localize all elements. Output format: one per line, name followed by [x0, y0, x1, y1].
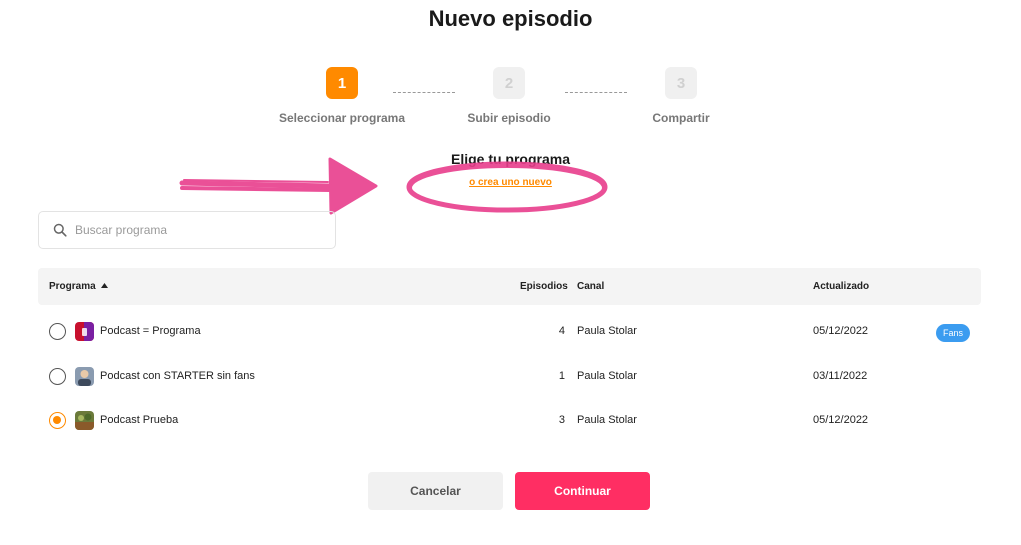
episode-count: 1 [558, 370, 565, 382]
search-icon [53, 223, 67, 237]
column-programa[interactable]: Programa [49, 281, 108, 292]
stepper: 1 Seleccionar programa 2 Subir episodio … [0, 67, 1021, 127]
program-thumbnail [75, 411, 94, 430]
step-3: 3 Compartir [611, 67, 751, 125]
choose-program-title: Elige tu programa [450, 151, 571, 167]
program-name: Podcast Prueba [100, 414, 179, 426]
table-row[interactable]: Podcast = Programa 4 Paula Stolar 05/12/… [38, 312, 981, 352]
step-2: 2 Subir episodio [439, 67, 579, 125]
program-thumbnail [75, 322, 94, 341]
step-1: 1 Seleccionar programa [272, 67, 412, 125]
step-3-number: 3 [665, 67, 697, 99]
step-1-number: 1 [326, 67, 358, 99]
step-1-label: Seleccionar programa [278, 111, 406, 125]
channel-name: Paula Stolar [577, 325, 637, 337]
step-3-label: Compartir [652, 111, 710, 125]
sort-up-icon [100, 283, 108, 288]
episode-count: 3 [558, 414, 565, 426]
updated-date: 05/12/2022 [813, 325, 869, 337]
column-canal: Canal [577, 281, 605, 292]
row-radio[interactable] [49, 412, 66, 429]
page-title: Nuevo episodio [428, 6, 593, 31]
create-new-program-link[interactable]: o crea uno nuevo [0, 177, 1021, 188]
step-2-number: 2 [493, 67, 525, 99]
column-programa-label: Programa [49, 281, 96, 292]
program-name: Podcast con STARTER sin fans [100, 370, 255, 382]
column-episodios: Episodios [520, 281, 568, 292]
search-input[interactable] [75, 223, 315, 237]
episode-count: 4 [558, 325, 565, 337]
row-radio[interactable] [49, 323, 66, 340]
table-row[interactable]: Podcast Prueba 3 Paula Stolar 05/12/2022 [38, 401, 981, 441]
fans-badge: Fans [936, 324, 971, 342]
row-radio[interactable] [49, 368, 66, 385]
updated-date: 05/12/2022 [813, 414, 869, 426]
channel-name: Paula Stolar [577, 414, 637, 426]
program-thumbnail [75, 367, 94, 386]
step-2-label: Subir episodio [467, 111, 551, 125]
table-header: Programa Episodios Canal Actualizado [38, 268, 981, 305]
column-actualizado: Actualizado [813, 281, 870, 292]
updated-date: 03/11/2022 [813, 370, 868, 382]
search-box[interactable] [38, 211, 336, 249]
cancel-button[interactable]: Cancelar [368, 472, 503, 510]
continue-button[interactable]: Continuar [515, 472, 650, 510]
table-row[interactable]: Podcast con STARTER sin fans 1 Paula Sto… [38, 357, 981, 397]
channel-name: Paula Stolar [577, 370, 637, 382]
program-name: Podcast = Programa [100, 325, 201, 337]
